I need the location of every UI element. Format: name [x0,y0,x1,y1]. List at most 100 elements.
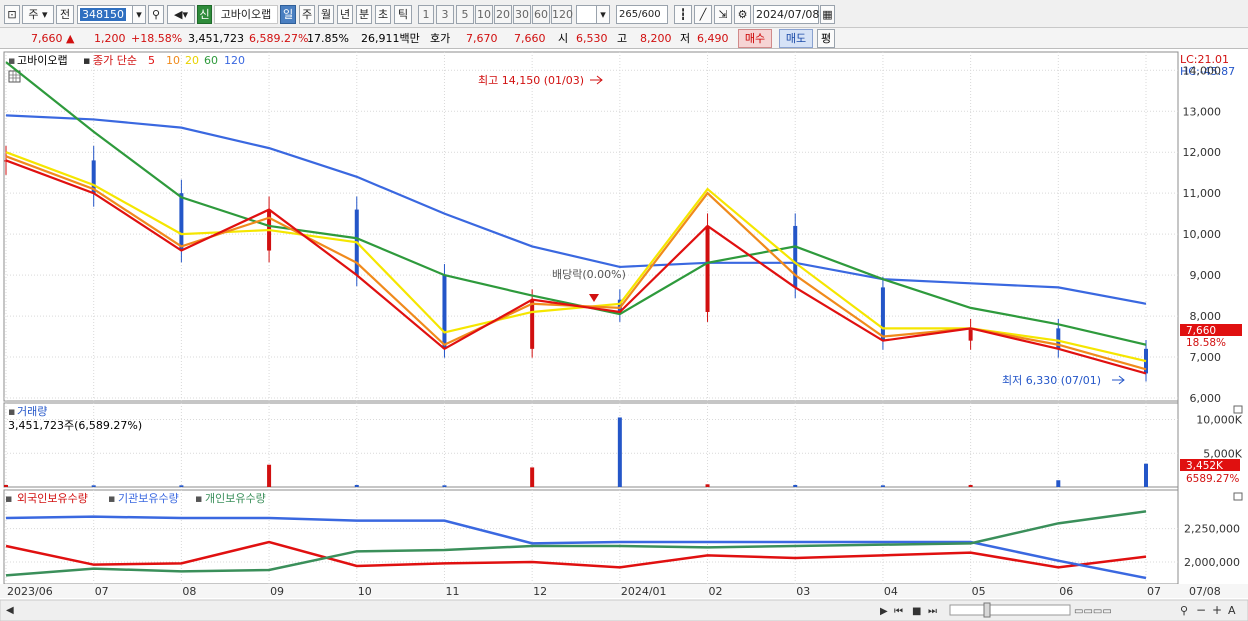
price-tick-label: 9,000 [1190,269,1222,282]
x-tick-label: 07/08 [1189,585,1221,598]
interval-5[interactable]: 5 [456,5,474,24]
x-tick-label: 06 [1059,585,1073,598]
tab-tick[interactable]: 틱 [394,5,412,24]
volume-bar [530,467,535,487]
stop-icon[interactable]: ■ [912,606,921,617]
line-tool-icon[interactable]: ╱ [694,5,712,24]
x-tick-label: 04 [884,585,898,598]
chart-canvas: ▪ 고바이오랩 ▪ 종가 단순 5 10 20 60 120 LC:21.01 … [0,51,1248,621]
current-price-tag-text: 7,660 [1186,325,1216,337]
interval-30[interactable]: 30 [513,5,531,24]
bid-price: 7,660 [514,32,546,45]
stock-dropdown-icon[interactable]: ▾ [132,5,146,24]
zoom-slider[interactable] [949,604,1071,616]
legend-square-icon: ▪ [5,492,12,505]
tab-minute[interactable]: 분 [356,5,372,24]
tab-second[interactable]: 초 [375,5,391,24]
legend-stock-name: 고바이오랩 [17,54,68,67]
tab-year[interactable]: 년 [337,5,353,24]
prev-button[interactable]: 전 [56,5,74,24]
open-price: 6,530 [576,32,608,45]
zoom-preset-icon[interactable]: ▭▭▭▭ [1074,606,1112,617]
interval-60[interactable]: 60 [532,5,550,24]
low-label: 저 [680,32,691,45]
legend-ma120: 120 [224,54,245,67]
x-tick-label: 05 [972,585,986,598]
count-input[interactable]: 265/600 [616,5,668,24]
zoom-slider-handle[interactable] [983,602,991,618]
price-tick-label: 11,000 [1183,187,1222,200]
amount: 26,911백만 [361,32,420,45]
auto-scale-icon[interactable]: A [1228,604,1236,617]
average-button[interactable]: 평 [817,29,835,48]
tab-day[interactable]: 일 [280,5,296,24]
x-tick-label: 03 [796,585,810,598]
price-change-pct: +18.58% [131,32,183,45]
count-value: 265 [619,9,639,20]
zoom-out-icon[interactable]: − [1196,603,1206,617]
price-axis: 14,000 13,000 12,000 11,000 10,000 9,000 8,000… [1183,64,1222,405]
price-tick-label: 12,000 [1183,146,1222,159]
x-tick-label: 2024/01 [621,585,667,598]
chart-menu-icon[interactable]: ⊡ [4,5,20,24]
toolbar: ⊡ 주 ▾ 전 348150 ▾ ⚲ ◀▾ 신 고바이오랩 일 주 월 년 분 … [0,0,1248,28]
candle-body [530,299,535,349]
fast-forward-icon[interactable]: ⏭ [928,606,937,617]
interval-120[interactable]: 120 [551,5,573,24]
volume-tick-label: 10,000K [1196,414,1242,427]
tab-month[interactable]: 월 [318,5,334,24]
legend-foreign: 외국인보유수량 [17,492,88,505]
zoom-in-icon[interactable]: + [1212,603,1222,617]
calendar-icon[interactable]: ▦ [820,5,835,24]
rewind-icon[interactable]: ⏮ [894,606,903,617]
dividend-annotation: 배당락(0.00%) [552,268,626,281]
volume-bar [1144,463,1148,487]
high-price: 8,200 [640,32,672,45]
high-label: 고 [617,32,628,45]
sell-button[interactable]: 매도 [779,29,813,48]
legend-square-icon: ▪ [8,405,15,418]
play-icon[interactable]: ▶ [880,606,888,617]
interval-3[interactable]: 3 [436,5,454,24]
volume-bar [968,484,973,487]
candle-body [793,225,798,288]
volume-panel-frame [3,402,1179,488]
price-tick-label: 6,000 [1190,392,1222,405]
legend-ma20: 20 [185,54,199,67]
tab-week[interactable]: 주 [299,5,315,24]
maximize-volume-icon[interactable] [1233,405,1243,414]
date-input[interactable]: 2024/07/08 [753,5,819,24]
volume: 3,451,723 [188,32,244,45]
current-price: 7,660 [31,32,63,45]
x-tick-label: 07 [1147,585,1161,598]
volume-bar [442,485,447,487]
stock-code-input[interactable]: 348150 [77,5,137,24]
legend-square-icon: ▪ [195,492,202,505]
legend-institution: 기관보유수량 [118,492,179,505]
price-tick-label: 8,000 [1190,310,1222,323]
maximize-holdings-icon[interactable] [1233,492,1243,501]
buy-button[interactable]: 매수 [738,29,772,48]
settings-icon[interactable]: ⚙ [734,5,751,24]
zoom-search-icon[interactable]: ⚲ [1180,604,1188,617]
x-tick-label: 09 [270,585,284,598]
scroll-left-icon[interactable]: ◀ [6,605,14,616]
candle-body [968,328,973,341]
interval-1[interactable]: 1 [418,5,434,24]
search-icon[interactable]: ⚲ [148,5,164,24]
sound-icon[interactable]: ◀▾ [167,5,195,24]
candle-icon[interactable]: ┇ [674,5,692,24]
legend-ma5: 5 [148,54,155,67]
compare-icon[interactable]: ⇲ [714,5,732,24]
period-select[interactable]: 주 ▾ [22,5,54,24]
interval-20[interactable]: 20 [494,5,512,24]
volume-pct-tag: 6589.27% [1186,473,1239,485]
x-tick-label: 10 [358,585,372,598]
x-tick-label: 12 [533,585,547,598]
stock-name: 고바이오랩 [214,5,278,24]
interval-10[interactable]: 10 [475,5,493,24]
volume-subtitle: 3,451,723주(6,589.27%) [8,419,142,432]
custom-interval-dropdown-icon[interactable]: ▾ [596,5,610,24]
up-arrow-icon: ▲ [66,32,75,45]
volume-tag-text: 3,452K [1186,460,1224,472]
